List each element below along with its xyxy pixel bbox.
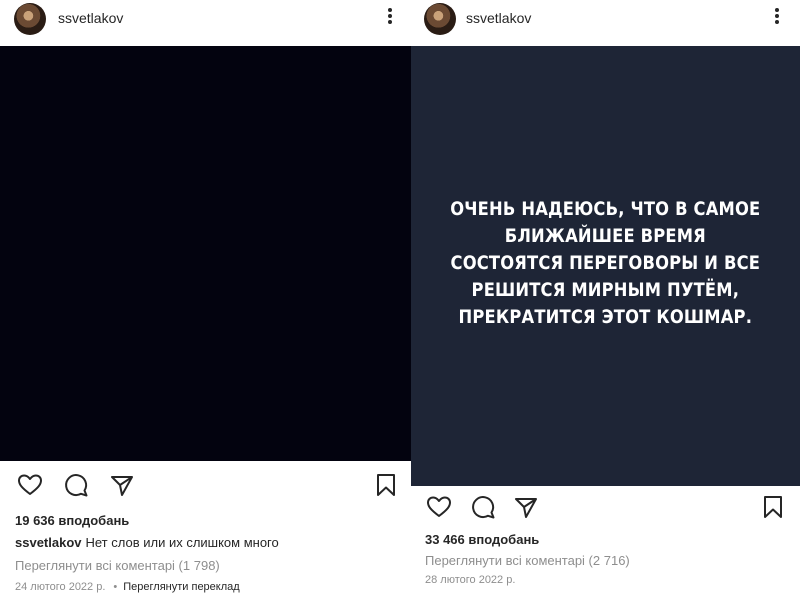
image-text: ОЧЕНЬ НАДЕЮСЬ, ЧТО В САМОЕ БЛИЖАЙШЕЕ ВРЕ… — [450, 198, 761, 328]
username[interactable]: ssvetlakov — [466, 10, 531, 26]
post-header: ssvetlakov — [0, 0, 411, 46]
post-image[interactable]: ОЧЕНЬ НАДЕЮСЬ, ЧТО В САМОЕ БЛИЖАЙШЕЕ ВРЕ… — [411, 46, 800, 486]
action-bar — [411, 492, 800, 526]
heart-icon[interactable] — [16, 470, 44, 500]
bookmark-icon[interactable] — [372, 470, 400, 500]
username[interactable]: ssvetlakov — [58, 10, 123, 26]
view-comments-link[interactable]: Переглянути всі коментарі (2 716) — [425, 553, 630, 568]
bookmark-icon[interactable] — [759, 492, 787, 522]
likes-count[interactable]: 33 466 вподобань — [425, 532, 539, 547]
action-bar — [0, 470, 411, 504]
view-comments-link[interactable]: Переглянути всі коментарі (1 798) — [15, 558, 220, 573]
post-date: 28 лютого 2022 р. — [425, 574, 516, 586]
comment-icon[interactable] — [469, 492, 497, 522]
share-icon[interactable] — [108, 470, 136, 500]
post-header: ssvetlakov — [411, 0, 800, 46]
post-meta: 24 лютого 2022 р. • Переглянути переклад — [15, 581, 240, 593]
more-options-icon[interactable] — [387, 8, 393, 28]
post-date: 24 лютого 2022 р. — [15, 581, 106, 593]
post-left: ssvetlakov 19 636 вподобань ssvetlakov Не… — [0, 0, 411, 597]
post-right: ssvetlakov ОЧЕНЬ НАДЕЮСЬ, ЧТО В САМОЕ БЛ… — [411, 0, 800, 597]
caption: ssvetlakov Нет слов или их слишком много — [15, 535, 279, 550]
post-meta: 28 лютого 2022 р. — [425, 574, 515, 586]
translate-link[interactable]: Переглянути переклад — [123, 581, 239, 593]
heart-icon[interactable] — [425, 492, 453, 522]
separator-dot: • — [113, 581, 118, 593]
comment-icon[interactable] — [62, 470, 90, 500]
avatar[interactable] — [424, 3, 456, 35]
post-image[interactable] — [0, 46, 411, 461]
likes-count[interactable]: 19 636 вподобань — [15, 513, 129, 528]
avatar[interactable] — [14, 3, 46, 35]
caption-username[interactable]: ssvetlakov — [15, 535, 82, 550]
share-icon[interactable] — [512, 492, 540, 522]
caption-text: Нет слов или их слишком много — [85, 535, 279, 550]
more-options-icon[interactable] — [774, 8, 780, 28]
